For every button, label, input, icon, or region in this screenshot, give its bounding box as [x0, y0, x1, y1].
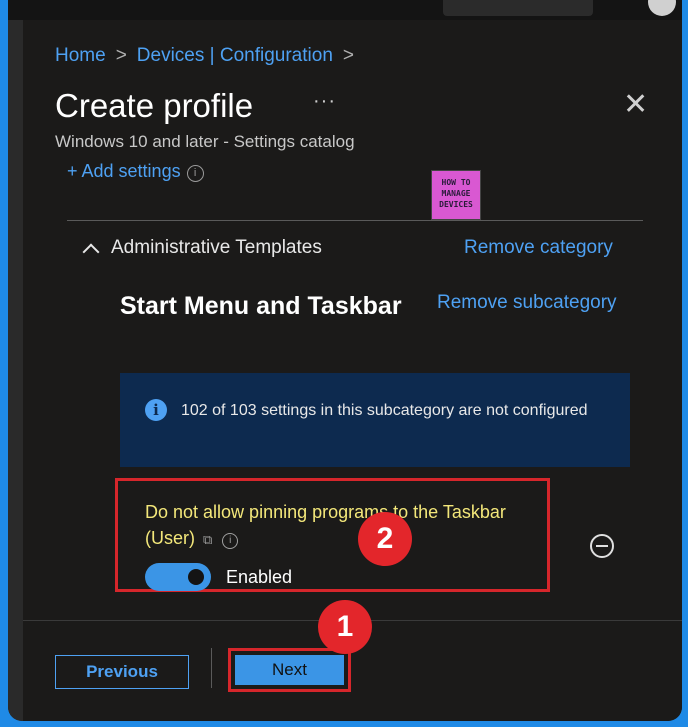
howto-manage-devices-logo: HOW TO MANAGE DEVICES — [431, 170, 481, 220]
add-settings-link[interactable]: + Add settings i — [67, 161, 204, 182]
step-badge-2: 2 — [358, 512, 412, 566]
avatar[interactable] — [648, 0, 676, 16]
next-button-highlight: Next — [228, 648, 351, 692]
info-banner: i 102 of 103 settings in this subcategor… — [120, 373, 630, 467]
copy-icon: ⧉ — [203, 532, 213, 547]
setting-name: Do not allow pinning programs to the Tas… — [145, 499, 545, 553]
previous-button[interactable]: Previous — [55, 655, 189, 689]
left-strip — [8, 20, 23, 721]
breadcrumb-separator: > — [342, 45, 354, 66]
enabled-toggle[interactable] — [145, 563, 211, 591]
breadcrumb: Home > Devices | Configuration > — [55, 45, 354, 67]
chevron-up-icon[interactable] — [82, 243, 100, 261]
toggle-label: Enabled — [226, 567, 293, 587]
close-icon[interactable]: ✕ — [623, 90, 648, 120]
subcategory-name: Start Menu and Taskbar — [120, 292, 402, 320]
remove-subcategory-link[interactable]: Remove subcategory — [437, 292, 617, 314]
page-subtitle: Windows 10 and later - Settings catalog — [55, 132, 355, 151]
setting-name-text: Do not allow pinning programs to the Tas… — [145, 502, 506, 548]
remove-setting-icon[interactable] — [590, 534, 614, 558]
setting-item-highlight: Do not allow pinning programs to the Tas… — [115, 478, 550, 592]
info-icon[interactable]: i — [222, 533, 239, 549]
remove-category-link[interactable]: Remove category — [464, 237, 613, 259]
footer-separator — [211, 648, 212, 688]
breadcrumb-separator: > — [115, 45, 127, 66]
info-icon[interactable]: i — [186, 165, 204, 182]
next-button[interactable]: Next — [235, 655, 344, 685]
breadcrumb-devices-configuration[interactable]: Devices | Configuration — [137, 45, 333, 67]
category-header[interactable]: Administrative Templates — [82, 237, 322, 261]
top-strip — [8, 0, 682, 20]
add-settings-label: + Add settings — [67, 161, 181, 181]
divider — [67, 220, 643, 221]
info-circle-icon: i — [145, 399, 167, 421]
info-banner-text: 102 of 103 settings in this subcategory … — [181, 402, 588, 419]
more-options-icon[interactable]: ··· — [313, 90, 336, 113]
page-title: Create profile — [55, 87, 254, 124]
step-badge-1: 1 — [318, 600, 372, 654]
category-name: Administrative Templates — [111, 237, 322, 258]
breadcrumb-home[interactable]: Home — [55, 45, 106, 67]
top-pill — [443, 0, 593, 16]
toggle-knob — [188, 569, 204, 585]
